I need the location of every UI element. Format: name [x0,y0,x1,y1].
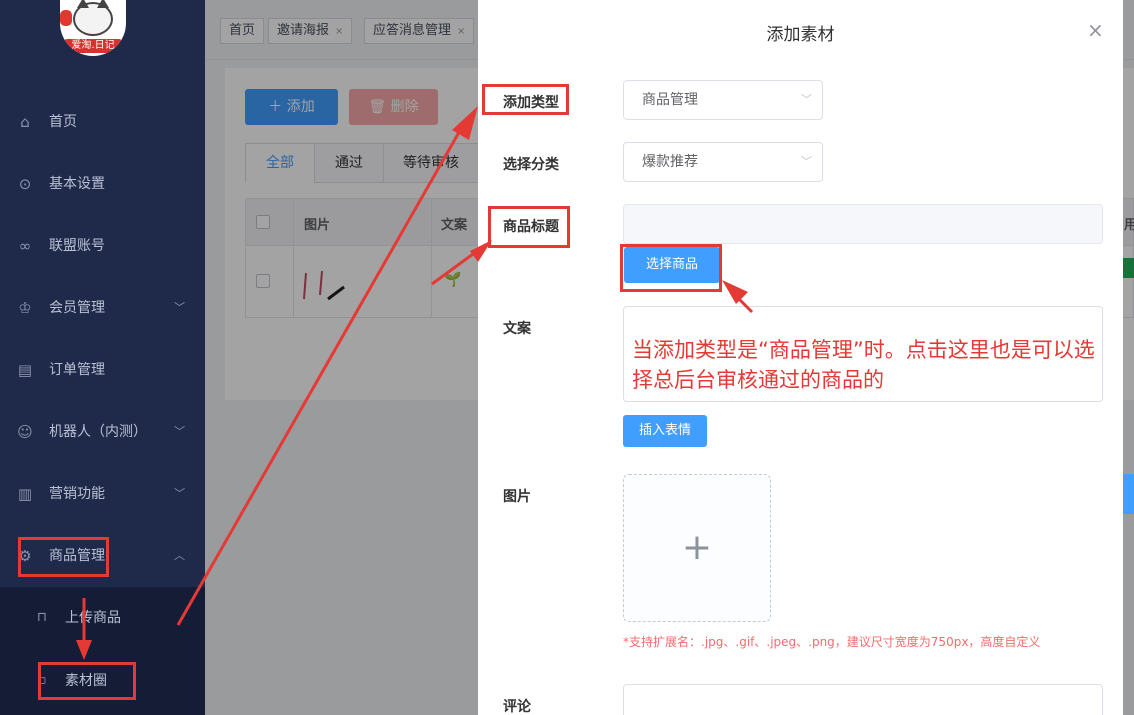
comment-input[interactable] [623,684,1103,715]
sidebar-item-home[interactable]: ⌂ 首页 [0,102,205,142]
sidebar-item-robot[interactable]: ☺ 机器人（内测） ﹀ [0,412,205,452]
highlight-box-goods-menu [18,537,109,577]
annotation-text: 当添加类型是“商品管理”时。点击这里也是可以选择总后台审核通过的商品的 [632,338,1095,392]
chevron-down-icon: ﹀ [801,155,812,168]
sidebar-item-orders[interactable]: ▤ 订单管理 [0,350,205,390]
add-type-select[interactable]: 商品管理 ﹀ [623,80,823,120]
sidebar-item-members[interactable]: ♔ 会员管理 ﹀ [0,288,205,328]
chevron-down-icon: ﹀ [174,425,185,438]
home-icon: ⌂ [20,113,30,131]
bag-icon: ⊓ [36,610,48,625]
sidebar: 爱淘.日记 ⌂ 首页 ⊙ 基本设置 ∞ 联盟账号 ♔ 会员管理 ﹀ ▤ 订单管理… [0,0,205,715]
chevron-down-icon: ﹀ [174,301,185,314]
drawer-title: 添加素材 [766,25,835,45]
sidebar-item-label: 会员管理 [49,300,105,316]
settings-icon: ⊙ [18,175,32,193]
link-icon: ∞ [18,237,32,255]
sidebar-item-settings[interactable]: ⊙ 基本设置 [0,164,205,204]
sidebar-subitem-upload-goods[interactable]: ⊓ 上传商品 [0,598,205,638]
logo-text: 爱淘.日记 [64,39,122,53]
crown-icon: ♔ [18,299,32,317]
sidebar-item-label: 机器人（内测） [49,424,147,440]
sidebar-item-label: 上传商品 [65,610,121,626]
plus-icon: + [681,527,713,568]
chevron-up-icon: ︿ [174,549,185,562]
sidebar-item-label: 订单管理 [49,362,105,378]
image-upload[interactable]: + [623,474,771,622]
highlight-box-material-circle [38,662,136,700]
logo: 爱淘.日记 [60,0,126,56]
chevron-down-icon: ﹀ [801,93,812,106]
highlight-box-add-type [482,84,569,115]
label-image: 图片 [503,489,531,505]
highlight-box-select-goods [620,244,722,292]
add-type-value: 商品管理 [642,92,698,108]
order-icon: ▤ [17,361,33,379]
lantern-icon [60,10,72,26]
sidebar-item-marketing[interactable]: ▥ 营销功能 ﹀ [0,474,205,514]
upload-hint: *支持扩展名：.jpg、.gif、.jpeg、.png，建议尺寸宽度为750px… [623,635,1041,649]
sidebar-item-label: 联盟账号 [49,238,105,254]
chevron-down-icon: ﹀ [174,487,185,500]
bar-chart-icon: ▥ [17,485,33,503]
insert-emoji-button[interactable]: 插入表情 [623,415,707,447]
sidebar-item-label: 基本设置 [49,176,105,192]
category-value: 爆款推荐 [642,154,698,170]
highlight-box-goods-title [488,206,570,248]
close-icon[interactable]: × [1087,18,1104,42]
label-category: 选择分类 [503,157,559,173]
cat-icon [73,0,113,36]
robot-icon: ☺ [17,423,33,441]
sidebar-item-label: 营销功能 [49,486,105,502]
category-select[interactable]: 爆款推荐 ﹀ [623,142,823,182]
label-comment: 评论 [503,699,531,715]
goods-title-input[interactable] [623,204,1103,244]
sidebar-item-label: 首页 [49,114,77,130]
sidebar-item-alliance[interactable]: ∞ 联盟账号 [0,226,205,266]
label-copy: 文案 [503,321,531,337]
